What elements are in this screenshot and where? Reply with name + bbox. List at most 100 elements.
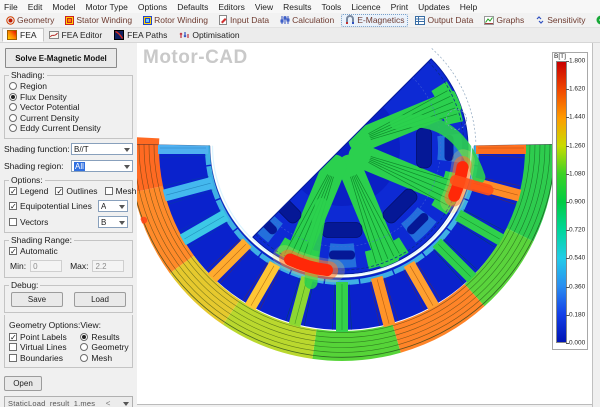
toolbar-button-scripting[interactable]: Scripting	[592, 14, 600, 27]
view-option-mesh[interactable]: Mesh	[80, 353, 128, 364]
equipotential-lines-select[interactable]: A	[98, 200, 128, 212]
checkbox-icon[interactable]: ✓	[9, 247, 17, 256]
menu-view[interactable]: View	[255, 2, 273, 12]
geometry-option-boundaries[interactable]: Boundaries	[9, 353, 80, 364]
menu-results[interactable]: Results	[283, 2, 311, 12]
shading-range-group: Shading Range: ✓ Automatic Min: 0 Max: 2.…	[4, 235, 133, 278]
view-column: View: Results Geometry Mesh	[80, 320, 129, 364]
load-button[interactable]: Load	[74, 291, 126, 307]
shading-function-select[interactable]: B//T	[71, 143, 133, 155]
menu-tools[interactable]: Tools	[321, 2, 341, 12]
solve-e-magnetic-model-button[interactable]: Solve E-Magnetic Model	[5, 48, 117, 68]
shading-option-current-density[interactable]: Current Density	[9, 113, 128, 124]
checkbox-icon[interactable]	[9, 218, 17, 226]
option-legend[interactable]: ✓ Legend	[9, 186, 48, 197]
toolbar-button-rotor-winding[interactable]: Rotor Winding	[139, 14, 212, 27]
menu-motor-type[interactable]: Motor Type	[86, 2, 128, 12]
toolbar-button-sensitivity[interactable]: Sensitivity	[531, 14, 589, 27]
shading-option-vector-potential[interactable]: Vector Potential	[9, 102, 128, 113]
option-outlines[interactable]: ✓ Outlines	[55, 185, 98, 197]
option-mesh[interactable]: Mesh	[104, 186, 136, 197]
main-toolbar: Geometry Stator Winding Rotor Winding Input…	[0, 13, 600, 28]
automatic-checkbox[interactable]: ✓ Automatic	[9, 246, 128, 257]
open-button[interactable]: Open	[4, 376, 42, 391]
menu-updates[interactable]: Updates	[418, 2, 450, 12]
legend-tick-mark	[566, 286, 569, 288]
legend-tick-mark	[566, 145, 569, 147]
toolbar-label: Sensitivity	[547, 15, 586, 25]
checkbox-icon[interactable]: ✓	[9, 202, 17, 211]
option-vectors[interactable]: Vectors	[9, 217, 48, 228]
fea-plot-area[interactable]: Motor-CAD B[T] 1.800 1.620 1.440 1.260 1.080…	[137, 43, 592, 407]
menu-options[interactable]: Options	[138, 2, 167, 12]
view-option-geometry[interactable]: Geometry	[80, 342, 129, 353]
radio-icon[interactable]	[9, 103, 17, 112]
shading-range-title: Shading Range:	[9, 235, 74, 245]
toolbar-button-output-data[interactable]: Output Data	[411, 14, 477, 27]
geometry-option-point-labels[interactable]: ✓ Point Labels	[9, 332, 80, 343]
tab-fea-editor[interactable]: FEA Editor	[44, 28, 110, 42]
tab-fea-paths[interactable]: FEA Paths	[109, 28, 174, 42]
checkbox-icon[interactable]	[9, 353, 17, 362]
save-button[interactable]: Save	[11, 291, 63, 307]
menu-help[interactable]: Help	[460, 2, 477, 12]
debug-group-title: Debug:	[9, 279, 41, 290]
shading-option-region[interactable]: Region	[9, 81, 128, 92]
toolbar-button-e-magnetics[interactable]: E-Magnetics	[341, 13, 409, 27]
max-field[interactable]: 2.2	[92, 260, 125, 272]
legend-tick-mark	[566, 343, 569, 344]
tab-optimisation[interactable]: Optimisation	[174, 28, 246, 42]
menu-print[interactable]: Print	[391, 2, 408, 12]
radio-icon[interactable]	[80, 353, 89, 362]
option-equipotential-lines[interactable]: ✓ Equipotential Lines	[9, 201, 92, 212]
menu-defaults[interactable]: Defaults	[177, 2, 208, 12]
collapse-left-icon[interactable]: <	[106, 399, 113, 407]
option-label: Results	[91, 331, 120, 342]
checkbox-icon[interactable]: ✓	[9, 332, 17, 341]
view-option-results[interactable]: Results	[80, 332, 128, 343]
shading-option-flux-density[interactable]: Flux Density	[9, 92, 128, 103]
tab-fea[interactable]: FEA	[2, 28, 44, 42]
menu-file[interactable]: File	[4, 2, 18, 12]
flux-density-plot[interactable]	[137, 43, 592, 404]
geometry-option-virtual-lines[interactable]: Virtual Lines	[9, 342, 80, 353]
radio-icon[interactable]	[80, 332, 89, 341]
checkbox-icon[interactable]: ✓	[55, 186, 64, 195]
menu-editors[interactable]: Editors	[218, 2, 244, 12]
chevron-down-icon[interactable]	[122, 401, 129, 407]
toolbar-button-calculation[interactable]: Calculation	[276, 14, 338, 27]
shading-function-value: B//T	[74, 144, 89, 154]
radio-icon[interactable]	[9, 113, 17, 122]
checkbox-icon[interactable]	[9, 343, 17, 352]
checkbox-icon[interactable]	[104, 186, 113, 195]
legend-tick: 0.360	[569, 283, 586, 291]
menu-model[interactable]: Model	[52, 2, 75, 12]
radio-icon[interactable]	[80, 343, 89, 352]
motor-cad-window: File Edit Model Motor Type Options Defaults Ed…	[0, 0, 600, 407]
min-field[interactable]: 0	[30, 260, 63, 272]
menu-licence[interactable]: Licence	[351, 2, 380, 12]
result-file-select[interactable]: StaticLoad_result_1.mes <	[4, 396, 133, 407]
toolbar-button-stator-winding[interactable]: Stator Winding	[61, 14, 136, 27]
legend-tick-mark	[566, 230, 569, 232]
menu-edit[interactable]: Edit	[28, 2, 43, 12]
radio-icon[interactable]	[9, 82, 17, 91]
shading-option-eddy-current-density[interactable]: Eddy Current Density	[9, 123, 128, 134]
shading-region-select[interactable]: All	[71, 160, 133, 172]
option-label: Current Density	[20, 112, 80, 123]
vectors-select[interactable]: B	[98, 216, 128, 228]
calculation-icon	[280, 15, 290, 25]
legend-tick-mark	[566, 202, 569, 203]
tab-label: FEA Paths	[127, 30, 168, 40]
radio-icon[interactable]	[9, 124, 17, 133]
option-label: Outlines	[66, 185, 98, 196]
legend-tick-mark	[566, 314, 569, 316]
tab-label: FEA	[20, 30, 37, 40]
radio-icon[interactable]	[9, 92, 17, 101]
fea-paths-icon	[114, 30, 125, 40]
scripting-icon	[596, 15, 600, 25]
toolbar-button-geometry[interactable]: Geometry	[2, 14, 58, 27]
toolbar-button-input-data[interactable]: Input Data	[215, 14, 273, 27]
toolbar-button-graphs[interactable]: Graphs	[480, 14, 528, 27]
checkbox-icon[interactable]: ✓	[9, 186, 17, 195]
